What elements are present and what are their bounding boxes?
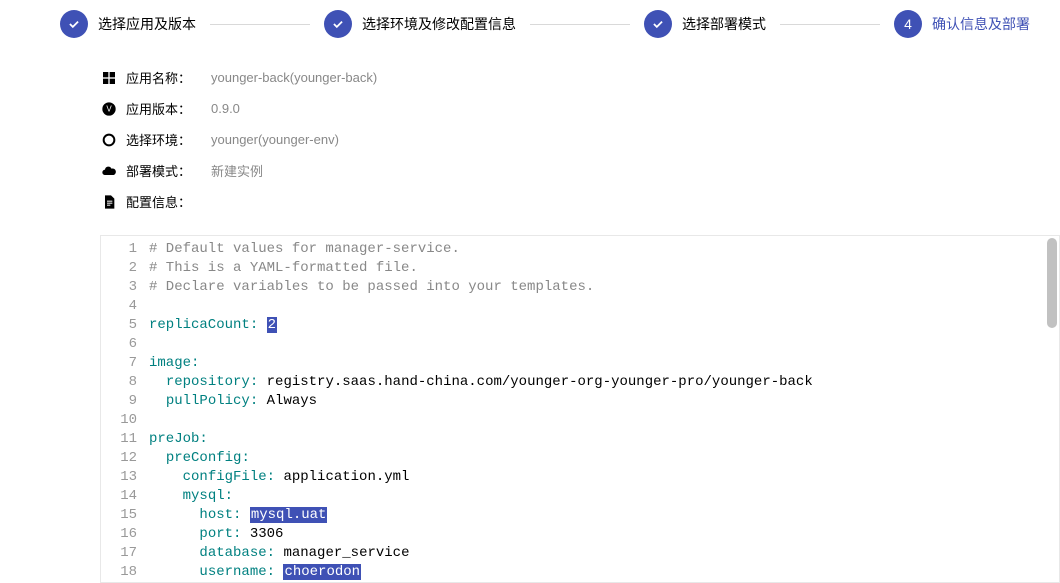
info-row-config: 配置信息： — [100, 192, 1060, 211]
info-row-env: 选择环境： younger(younger-env) — [100, 130, 1060, 149]
step-label: 确认信息及部署 — [932, 14, 1030, 34]
info-row-app-version: V 应用版本： 0.9.0 — [100, 99, 1060, 118]
step-label: 选择应用及版本 — [98, 14, 196, 34]
description-icon — [100, 193, 118, 211]
step-connector — [210, 24, 310, 25]
code-content[interactable]: # Default values for manager-service.# T… — [145, 236, 1059, 582]
config-editor[interactable]: 123456789101112131415161718 # Default va… — [100, 235, 1060, 583]
info-value: 新建实例 — [211, 161, 263, 180]
version-icon: V — [100, 100, 118, 118]
info-label: 应用版本： — [126, 99, 211, 118]
check-icon — [324, 10, 352, 38]
info-label: 部署模式： — [126, 161, 211, 180]
check-icon — [644, 10, 672, 38]
step-label: 选择环境及修改配置信息 — [362, 14, 516, 34]
info-row-app-name: 应用名称： younger-back(younger-back) — [100, 68, 1060, 87]
info-label: 选择环境： — [126, 130, 211, 149]
step-1[interactable]: 选择应用及版本 — [60, 10, 196, 38]
step-connector — [780, 24, 880, 25]
info-row-deploy-mode: 部署模式： 新建实例 — [100, 161, 1060, 180]
widgets-icon — [100, 69, 118, 87]
cloud-icon — [100, 162, 118, 180]
info-value: 0.9.0 — [211, 101, 240, 116]
info-label: 应用名称： — [126, 68, 211, 87]
info-label: 配置信息： — [126, 192, 211, 211]
donut-icon — [100, 131, 118, 149]
deploy-summary: 应用名称： younger-back(younger-back) V 应用版本：… — [10, 48, 1060, 235]
step-number-badge: 4 — [894, 10, 922, 38]
scrollbar-thumb[interactable] — [1047, 238, 1057, 328]
svg-text:V: V — [106, 104, 112, 113]
info-value: younger(younger-env) — [211, 132, 339, 147]
step-connector — [530, 24, 630, 25]
check-icon — [60, 10, 88, 38]
stepper: 选择应用及版本 选择环境及修改配置信息 选择部署模式 4 确认信息及部署 — [10, 0, 1060, 48]
info-value: younger-back(younger-back) — [211, 70, 377, 85]
step-4[interactable]: 4 确认信息及部署 — [894, 10, 1030, 38]
step-2[interactable]: 选择环境及修改配置信息 — [324, 10, 516, 38]
step-label: 选择部署模式 — [682, 14, 766, 34]
step-3[interactable]: 选择部署模式 — [644, 10, 766, 38]
line-gutter: 123456789101112131415161718 — [101, 236, 145, 582]
